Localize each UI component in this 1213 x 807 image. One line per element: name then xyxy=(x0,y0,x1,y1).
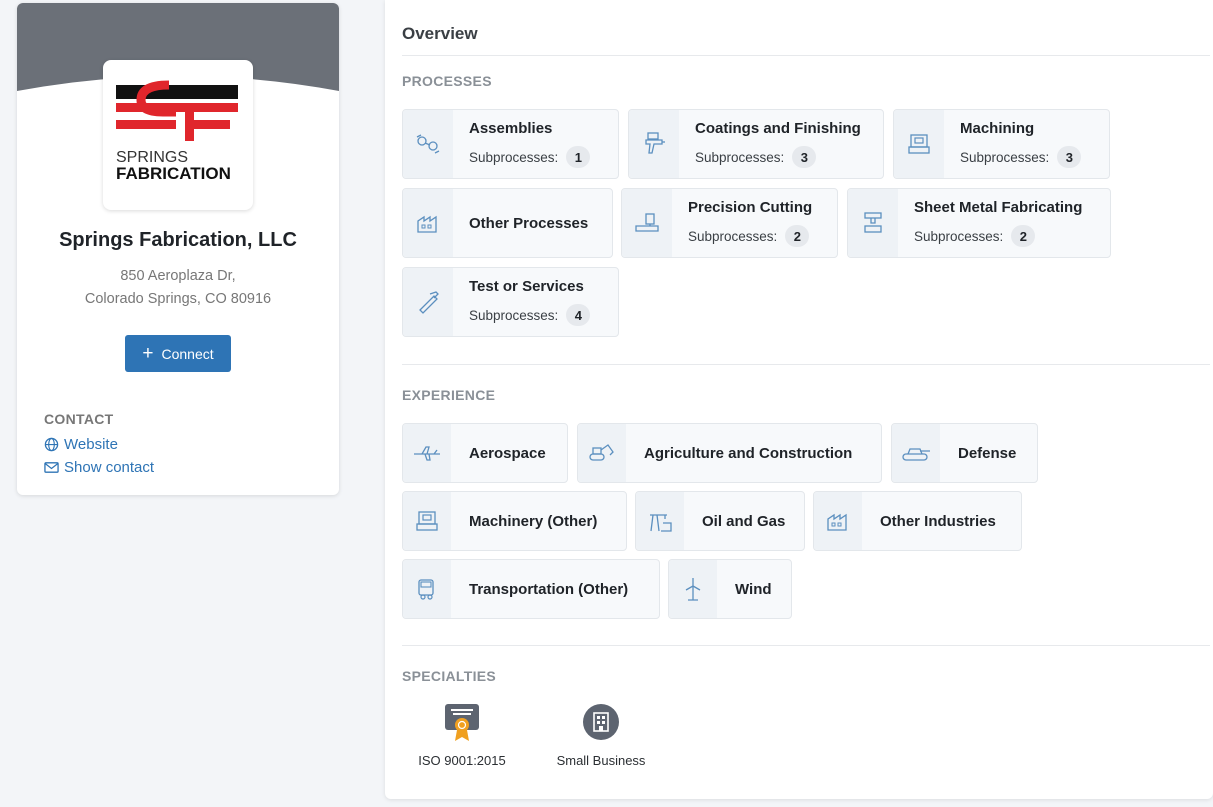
overview-panel: Overview PROCESSES Assemblies Subprocess… xyxy=(385,0,1213,799)
subprocess-count: 1 xyxy=(566,146,591,168)
specialty-small-business: Small Business xyxy=(541,703,661,768)
subprocesses-label: Subprocesses: xyxy=(695,149,785,165)
process-name: Machining xyxy=(960,120,1035,137)
specialty-label: ISO 9001:2015 xyxy=(418,753,506,768)
subprocess-count: 2 xyxy=(785,225,810,247)
experience-tile-machinery-other[interactable]: Machinery (Other) xyxy=(402,491,627,551)
process-tile-precision-cutting[interactable]: Precision Cutting Subprocesses: 2 xyxy=(621,188,838,258)
subprocesses-label: Subprocesses: xyxy=(469,307,559,323)
process-name: Other Processes xyxy=(469,214,589,232)
address-line-2: Colorado Springs, CO 80916 xyxy=(84,291,272,307)
divider xyxy=(402,645,1210,646)
assemblies-icon xyxy=(416,134,440,154)
tank-icon xyxy=(902,448,930,461)
experience-heading: EXPERIENCE xyxy=(402,387,496,403)
process-tile-machining[interactable]: Machining Subprocesses: 3 xyxy=(893,109,1110,179)
subprocess-count: 3 xyxy=(792,146,817,168)
caliper-icon xyxy=(419,291,439,314)
process-name: Coatings and Finishing xyxy=(695,120,861,137)
address-line-1: 850 Aeroplaza Dr, xyxy=(120,268,236,284)
connect-label: Connect xyxy=(161,345,214,362)
experience-tile-other-industries[interactable]: Other Industries xyxy=(813,491,1022,551)
truck-icon xyxy=(418,579,434,600)
process-tile-other-processes[interactable]: Other Processes xyxy=(402,188,613,258)
experience-tile-agriculture-and-construction[interactable]: Agriculture and Construction xyxy=(577,423,882,483)
experience-tile-oil-and-gas[interactable]: Oil and Gas xyxy=(635,491,805,551)
process-name: Assemblies xyxy=(469,120,553,137)
experience-name: Machinery (Other) xyxy=(469,512,598,530)
experience-name: Oil and Gas xyxy=(702,512,786,530)
wind-turbine-icon xyxy=(685,578,701,601)
airplane-icon xyxy=(414,446,440,461)
process-tile-sheet-metal-fabricating[interactable]: Sheet Metal Fabricating Subprocesses: 2 xyxy=(847,188,1111,258)
experience-tile-defense[interactable]: Defense xyxy=(891,423,1038,483)
machinery-icon xyxy=(416,511,438,531)
plus-icon: + xyxy=(142,343,154,364)
processes-heading: PROCESSES xyxy=(402,73,492,89)
specialties-heading: SPECIALTIES xyxy=(402,668,497,684)
experience-tile-aerospace[interactable]: Aerospace xyxy=(402,423,568,483)
oil-pump-icon xyxy=(650,514,672,532)
company-profile-card: SPRINGS FABRICATION Springs Fabrication,… xyxy=(17,3,339,495)
divider xyxy=(402,364,1210,365)
connect-button[interactable]: + Connect xyxy=(125,335,231,372)
experience-name: Wind xyxy=(735,580,772,598)
subprocess-count: 3 xyxy=(1057,146,1082,168)
subprocesses-label: Subprocesses: xyxy=(960,149,1050,165)
experience-tile-transportation-other[interactable]: Transportation (Other) xyxy=(402,559,660,619)
process-name: Precision Cutting xyxy=(688,199,813,216)
process-tile-test-or-services[interactable]: Test or Services Subprocesses: 4 xyxy=(402,267,619,337)
website-label: Website xyxy=(64,436,118,453)
excavator-icon xyxy=(589,444,614,461)
press-icon xyxy=(864,212,882,233)
experience-name: Transportation (Other) xyxy=(469,580,629,598)
factory-icon xyxy=(827,513,847,531)
experience-name: Defense xyxy=(958,444,1017,462)
company-name: Springs Fabrication, LLC xyxy=(59,229,297,251)
website-link[interactable]: Website xyxy=(44,436,118,453)
overview-title: Overview xyxy=(402,24,478,43)
experience-name: Aerospace xyxy=(469,444,546,462)
experience-name: Other Industries xyxy=(880,512,996,530)
springs-fabrication-logo: SPRINGS FABRICATION xyxy=(116,80,238,183)
specialty-iso-9001: ISO 9001:2015 xyxy=(402,703,522,768)
svg-text:FABRICATION: FABRICATION xyxy=(116,164,231,183)
spray-gun-icon xyxy=(645,132,665,154)
certificate-icon xyxy=(445,704,479,741)
subprocesses-label: Subprocesses: xyxy=(469,149,559,165)
divider xyxy=(402,55,1210,56)
globe-icon xyxy=(44,437,59,452)
machining-icon xyxy=(908,134,930,154)
show-contact-label: Show contact xyxy=(64,459,155,476)
company-address: 850 Aeroplaza Dr, Colorado Springs, CO 8… xyxy=(17,265,339,311)
process-name: Sheet Metal Fabricating xyxy=(914,199,1083,216)
factory-icon xyxy=(417,215,437,233)
process-name: Test or Services xyxy=(469,278,584,295)
process-tile-coatings-and-finishing[interactable]: Coatings and Finishing Subprocesses: 3 xyxy=(628,109,884,179)
envelope-icon xyxy=(44,462,59,473)
show-contact-link[interactable]: Show contact xyxy=(44,459,154,476)
contact-heading: CONTACT xyxy=(44,411,114,427)
company-logo: SPRINGS FABRICATION xyxy=(103,60,253,210)
experience-tile-wind[interactable]: Wind xyxy=(668,559,792,619)
process-tile-assemblies[interactable]: Assemblies Subprocesses: 1 xyxy=(402,109,619,179)
experience-name: Agriculture and Construction xyxy=(644,444,853,462)
building-icon xyxy=(583,704,619,740)
specialty-label: Small Business xyxy=(556,753,646,768)
cutting-icon xyxy=(635,213,659,232)
subprocess-count: 2 xyxy=(1011,225,1036,247)
subprocesses-label: Subprocesses: xyxy=(688,228,778,244)
subprocesses-label: Subprocesses: xyxy=(914,228,1004,244)
subprocess-count: 4 xyxy=(566,304,591,326)
